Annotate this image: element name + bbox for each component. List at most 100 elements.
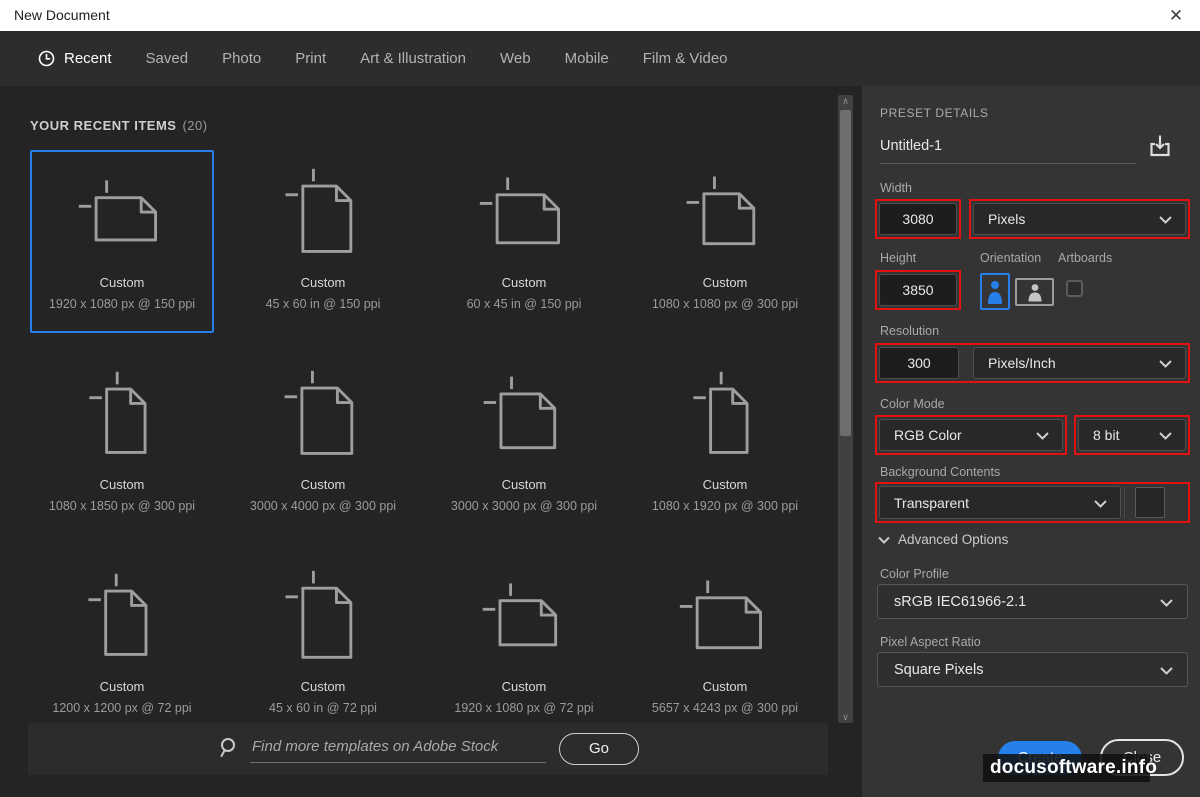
height-label: Height <box>880 251 917 265</box>
watermark: docusoftware.info <box>983 754 1157 782</box>
template-spec: 3000 x 4000 px @ 300 ppi <box>249 499 397 513</box>
tab-saved[interactable]: Saved <box>146 50 189 67</box>
chevron-down-icon <box>1159 432 1172 440</box>
preset-details-panel: PRESET DETAILS Untitled-1 Width 3080 Pix… <box>862 86 1200 797</box>
template-tile[interactable]: Custom 45 x 60 in @ 150 ppi <box>231 150 415 333</box>
portrait-person-icon <box>988 281 1002 304</box>
background-contents-label: Background Contents <box>880 465 1001 479</box>
template-name: Custom <box>300 679 346 694</box>
template-tile[interactable]: Custom 60 x 45 in @ 150 ppi <box>432 150 616 333</box>
width-annotation-box: 3080 <box>875 199 961 239</box>
color-profile-dropdown[interactable]: sRGB IEC61966-2.1 <box>877 584 1188 619</box>
vertical-scrollbar[interactable]: ∧ ∨ <box>838 95 853 723</box>
advanced-options-toggle[interactable]: Advanced Options <box>878 532 1008 547</box>
template-tile[interactable]: Custom 3000 x 3000 px @ 300 ppi <box>432 352 616 535</box>
template-spec: 45 x 60 in @ 72 ppi <box>269 701 377 715</box>
document-name-field[interactable]: Untitled-1 <box>880 138 942 154</box>
template-tile[interactable]: Custom 1080 x 1850 px @ 300 ppi <box>30 352 214 535</box>
chevron-down-icon <box>1160 598 1173 607</box>
template-spec: 60 x 45 in @ 150 ppi <box>466 297 582 311</box>
template-name: Custom <box>99 275 145 290</box>
go-button[interactable]: Go <box>559 733 639 765</box>
document-icon <box>635 556 815 678</box>
tab-mobile[interactable]: Mobile <box>565 50 609 67</box>
titlebar: New Document ✕ <box>0 0 1200 31</box>
scroll-down-icon[interactable]: ∨ <box>838 711 853 723</box>
template-name: Custom <box>702 275 748 290</box>
width-unit-dropdown[interactable]: Pixels <box>973 203 1186 235</box>
document-icon <box>32 556 212 678</box>
tab-web[interactable]: Web <box>500 50 531 67</box>
bit-depth-dropdown[interactable]: 8 bit <box>1078 419 1186 451</box>
template-name: Custom <box>300 275 346 290</box>
template-name: Custom <box>702 477 748 492</box>
resolution-label: Resolution <box>880 324 940 338</box>
template-tile[interactable]: Custom 1200 x 1200 px @ 72 ppi <box>30 554 214 737</box>
scrollbar-thumb[interactable] <box>840 110 851 436</box>
preset-details-header: PRESET DETAILS <box>880 106 989 120</box>
new-document-dialog: New Document ✕ Recent Saved Photo Print … <box>0 0 1200 797</box>
height-input[interactable]: 3850 <box>879 274 957 306</box>
document-icon <box>233 354 413 476</box>
template-spec: 1080 x 1920 px @ 300 ppi <box>651 499 799 513</box>
height-annotation-box: 3850 <box>875 270 961 310</box>
resolution-unit-dropdown[interactable]: Pixels/Inch <box>973 347 1186 379</box>
recent-items-pane: YOUR RECENT ITEMS (20) Custom 1920 x 1080… <box>0 86 862 797</box>
close-icon[interactable]: ✕ <box>1164 4 1188 28</box>
pixel-aspect-ratio-label: Pixel Aspect Ratio <box>880 635 981 649</box>
tab-photo[interactable]: Photo <box>222 50 261 67</box>
document-icon <box>635 152 815 274</box>
tab-recent[interactable]: Recent <box>38 50 112 67</box>
bit-depth-annotation-box: 8 bit <box>1074 415 1190 455</box>
clock-icon <box>38 50 55 67</box>
width-input[interactable]: 3080 <box>879 203 957 235</box>
dialog-title: New Document <box>14 7 110 23</box>
template-tile[interactable]: Custom 1080 x 1080 px @ 300 ppi <box>633 150 817 333</box>
template-name: Custom <box>501 477 547 492</box>
document-icon <box>434 152 614 274</box>
document-icon <box>233 556 413 678</box>
document-name-underline <box>880 163 1136 164</box>
template-name: Custom <box>300 477 346 492</box>
template-spec: 1080 x 1080 px @ 300 ppi <box>651 297 799 311</box>
template-name: Custom <box>702 679 748 694</box>
template-spec: 1920 x 1080 px @ 72 ppi <box>454 701 594 715</box>
chevron-down-icon <box>1094 499 1107 508</box>
template-tile[interactable]: Custom 45 x 60 in @ 72 ppi <box>231 554 415 737</box>
orientation-portrait-button[interactable] <box>980 273 1010 310</box>
chevron-down-icon <box>1160 666 1173 675</box>
document-icon <box>233 152 413 274</box>
tab-film-video[interactable]: Film & Video <box>643 50 728 67</box>
color-mode-dropdown[interactable]: RGB Color <box>879 419 1063 451</box>
document-icon <box>32 152 212 274</box>
artboards-checkbox[interactable] <box>1066 280 1083 297</box>
tab-art-illustration[interactable]: Art & Illustration <box>360 50 466 67</box>
background-contents-dropdown[interactable]: Transparent <box>879 486 1121 519</box>
width-unit-annotation-box: Pixels <box>969 199 1190 239</box>
adobe-stock-searchbar: Find more templates on Adobe Stock Go <box>28 723 828 775</box>
search-underline <box>250 762 546 763</box>
orientation-landscape-button[interactable] <box>1015 278 1054 306</box>
chevron-down-icon <box>1036 432 1049 440</box>
stock-search-input[interactable]: Find more templates on Adobe Stock <box>252 738 552 755</box>
scroll-up-icon[interactable]: ∧ <box>838 95 853 107</box>
pixel-aspect-ratio-dropdown[interactable]: Square Pixels <box>877 652 1188 687</box>
resolution-input[interactable]: 300 <box>879 347 959 379</box>
template-spec: 1200 x 1200 px @ 72 ppi <box>52 701 192 715</box>
save-preset-icon[interactable] <box>1146 132 1176 162</box>
template-name: Custom <box>99 477 145 492</box>
background-color-swatch[interactable] <box>1135 487 1165 518</box>
template-tile[interactable]: Custom 1920 x 1080 px @ 72 ppi <box>432 554 616 737</box>
template-spec: 1920 x 1080 px @ 150 ppi <box>48 297 196 311</box>
tab-print[interactable]: Print <box>295 50 326 67</box>
template-tile[interactable]: Custom 1920 x 1080 px @ 150 ppi <box>30 150 214 333</box>
orientation-label: Orientation <box>980 251 1042 265</box>
template-tile[interactable]: Custom 1080 x 1920 px @ 300 ppi <box>633 352 817 535</box>
color-mode-annotation-box: RGB Color <box>875 415 1067 455</box>
template-tile[interactable]: Custom 3000 x 4000 px @ 300 ppi <box>231 352 415 535</box>
template-spec: 5657 x 4243 px @ 300 ppi <box>651 701 799 715</box>
background-row-divider <box>1124 486 1125 519</box>
template-tile[interactable]: Custom 5657 x 4243 px @ 300 ppi <box>633 554 817 737</box>
search-icon <box>220 738 235 757</box>
resolution-annotation-box: 300 Pixels/Inch <box>875 343 1190 383</box>
